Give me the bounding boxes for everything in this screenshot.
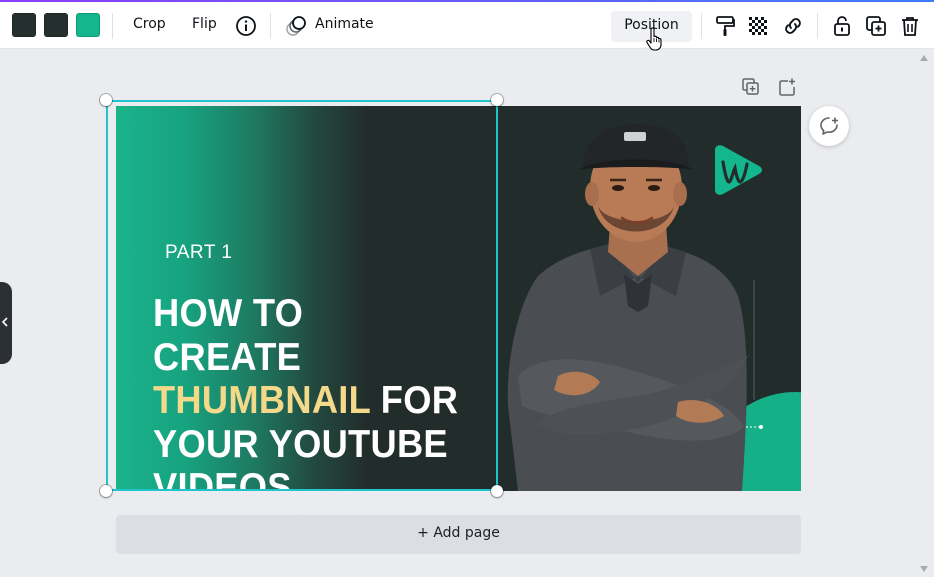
duplicate-icon[interactable] <box>864 14 888 38</box>
chevron-left-icon <box>1 317 8 327</box>
add-comment-button[interactable] <box>809 106 849 146</box>
toolbar-divider <box>817 13 818 39</box>
color-swatch-2[interactable] <box>44 13 68 37</box>
add-page-label: + Add page <box>417 525 500 541</box>
info-icon[interactable] <box>234 14 258 38</box>
add-page-icon[interactable] <box>777 77 797 97</box>
scroll-down-icon[interactable] <box>920 566 928 572</box>
resize-handle-top-left[interactable] <box>100 94 112 106</box>
side-panel-toggle[interactable] <box>0 282 12 364</box>
animate-button[interactable]: Animate <box>315 16 374 32</box>
toolbar-divider <box>112 13 113 39</box>
toolbar-divider <box>270 13 271 39</box>
paint-roller-icon[interactable] <box>713 14 737 38</box>
context-toolbar: Crop Flip Animate Position <box>0 2 934 49</box>
resize-handle-bottom-left[interactable] <box>100 485 112 497</box>
duplicate-page-icon[interactable] <box>741 77 761 97</box>
link-icon[interactable] <box>781 14 805 38</box>
animate-icon[interactable] <box>284 14 308 38</box>
toolbar-divider <box>701 13 702 39</box>
resize-handle-bottom-right[interactable] <box>491 485 503 497</box>
flip-button[interactable]: Flip <box>192 16 217 32</box>
color-swatch-1[interactable] <box>12 13 36 37</box>
hand-cursor-icon <box>646 27 662 51</box>
trash-icon[interactable] <box>898 14 922 38</box>
resize-handle-top-right[interactable] <box>491 94 503 106</box>
person-photo[interactable] <box>498 106 801 491</box>
add-page-button[interactable]: + Add page <box>116 515 801 554</box>
crop-button[interactable]: Crop <box>133 16 166 32</box>
scroll-up-icon[interactable] <box>920 55 928 61</box>
color-swatch-3[interactable] <box>76 13 100 37</box>
comment-add-icon <box>820 117 838 135</box>
selection-frame[interactable] <box>106 100 498 491</box>
transparency-icon[interactable] <box>746 14 770 38</box>
lock-icon[interactable] <box>830 14 854 38</box>
